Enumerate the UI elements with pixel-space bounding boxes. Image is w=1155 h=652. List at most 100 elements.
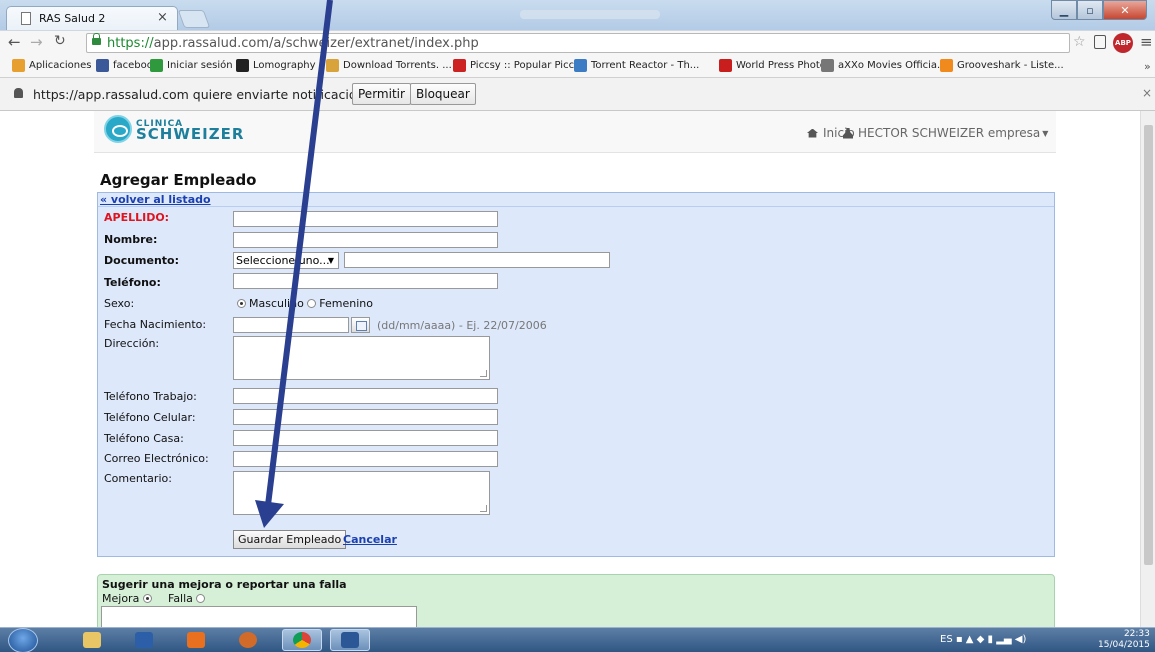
user-menu[interactable]: HECTOR SCHWEIZER empresa ▼ <box>843 126 1048 140</box>
page-content: CLINICA SCHWEIZER Inicio HECTOR SCHWEIZE… <box>0 111 1155 627</box>
tel-trabajo-label: Teléfono Trabajo: <box>104 390 197 403</box>
browser-toolbar: ← → ↻ https://app.rassalud.com/a/schweiz… <box>0 30 1155 54</box>
femenino-radio[interactable] <box>307 299 317 308</box>
bookmark-star-icon[interactable]: ☆ <box>1073 34 1086 50</box>
logo-icon <box>104 115 132 143</box>
fecha-input[interactable] <box>233 317 349 333</box>
sexo-label: Sexo: <box>104 297 135 310</box>
explorer-taskbar-button[interactable] <box>72 629 112 651</box>
page-title: Agregar Empleado <box>100 171 257 189</box>
direccion-label: Dirección: <box>104 337 160 350</box>
blurred-window-title <box>520 10 660 19</box>
tel-casa-input[interactable] <box>233 430 498 446</box>
bookmark-favicon-icon <box>12 59 25 72</box>
bookmark-item[interactable]: Aplicaciones <box>12 59 91 72</box>
fecha-label: Fecha Nacimiento: <box>104 318 207 331</box>
tel-casa-label: Teléfono Casa: <box>104 432 184 445</box>
apellido-input[interactable] <box>233 211 498 227</box>
masculino-radio[interactable] <box>237 299 246 308</box>
allow-button[interactable]: Permitir <box>352 83 411 105</box>
minimize-button[interactable]: ▁ <box>1051 0 1077 20</box>
clinic-logo[interactable]: CLINICA SCHWEIZER <box>104 115 244 143</box>
extension-icon[interactable] <box>1094 35 1106 49</box>
app-taskbar-button[interactable] <box>124 629 164 651</box>
hand-taskbar-button[interactable] <box>228 629 268 651</box>
bookmark-favicon-icon <box>574 59 587 72</box>
calendar-icon[interactable] <box>351 317 370 333</box>
close-tab-icon[interactable]: × <box>157 10 168 25</box>
comentario-label: Comentario: <box>104 472 172 485</box>
mejora-option: Mejora <box>102 592 155 605</box>
start-button[interactable] <box>8 628 38 652</box>
address-bar[interactable]: https://app.rassalud.com/a/schweizer/ext… <box>86 33 1070 53</box>
direccion-textarea[interactable] <box>233 336 490 380</box>
notification-bar: https://app.rassalud.com quiere enviarte… <box>0 78 1155 111</box>
bookmark-item[interactable]: World Press Photo <box>719 59 826 72</box>
lock-icon <box>92 33 101 45</box>
suggestion-textarea[interactable] <box>101 606 417 627</box>
caret-down-icon: ▼ <box>1042 128 1049 138</box>
windows-taskbar: ES ▪ ▲ ◆ ▮ ▂▄ ◀) 22:33 15/04/2015 <box>0 627 1155 652</box>
correo-input[interactable] <box>233 451 498 467</box>
new-tab-button[interactable] <box>177 10 211 28</box>
cancel-link[interactable]: Cancelar <box>343 533 397 546</box>
site-header: CLINICA SCHWEIZER Inicio HECTOR SCHWEIZE… <box>94 111 1056 153</box>
adblock-icon[interactable]: ABP <box>1113 33 1133 53</box>
bookmark-item[interactable]: Grooveshark - Liste... <box>940 59 1064 72</box>
select-arrow-icon: ▼ <box>327 256 334 265</box>
bookmark-item[interactable]: Piccsy :: Popular Piccs <box>453 59 579 72</box>
clock[interactable]: 22:33 15/04/2015 <box>1098 629 1150 651</box>
chrome-menu-icon[interactable]: ≡ <box>1140 33 1153 51</box>
block-button[interactable]: Bloquear <box>410 83 476 105</box>
bookmark-favicon-icon <box>821 59 834 72</box>
page-icon <box>21 12 31 25</box>
bookmark-favicon-icon <box>453 59 466 72</box>
nombre-label: Nombre: <box>104 233 158 246</box>
more-bookmarks-icon[interactable]: » <box>1144 60 1151 73</box>
maximize-button[interactable]: ▫ <box>1077 0 1103 20</box>
close-window-button[interactable]: ✕ <box>1103 0 1147 20</box>
bookmark-item[interactable]: Torrent Reactor - Th... <box>574 59 699 72</box>
falla-radio[interactable] <box>196 594 206 603</box>
browser-titlebar: RAS Salud 2 × ▁ ▫ ✕ <box>0 0 1155 30</box>
browser-tab[interactable]: RAS Salud 2 × <box>6 6 178 30</box>
media-icon <box>187 632 205 648</box>
bookmark-favicon-icon <box>719 59 732 72</box>
document-type-select[interactable]: Seleccione uno... ▼ <box>233 252 339 269</box>
bell-icon <box>14 88 23 98</box>
forward-arrow-icon[interactable]: → <box>30 33 43 51</box>
app-icon <box>135 632 153 648</box>
media-taskbar-button[interactable] <box>176 629 216 651</box>
scrollbar-thumb[interactable] <box>1144 125 1153 565</box>
hand-icon <box>239 632 257 648</box>
bookmark-item[interactable]: aXXo Movies Officia... <box>821 59 947 72</box>
tab-title: RAS Salud 2 <box>39 12 106 25</box>
system-tray: ES ▪ ▲ ◆ ▮ ▂▄ ◀) <box>940 634 1027 645</box>
comentario-textarea[interactable] <box>233 471 490 515</box>
notification-message: https://app.rassalud.com quiere enviarte… <box>33 87 383 102</box>
chrome-taskbar-button[interactable] <box>282 629 322 651</box>
reload-icon[interactable]: ↻ <box>54 33 66 49</box>
tel-celular-label: Teléfono Celular: <box>104 411 196 424</box>
window-controls: ▁ ▫ ✕ <box>1051 0 1147 20</box>
telefono-input[interactable] <box>233 273 498 289</box>
nombre-input[interactable] <box>233 232 498 248</box>
bookmarks-bar: Aplicaciones facebook Iniciar sesión Lomogr… <box>0 54 1155 78</box>
bookmark-item[interactable]: Lomography <box>236 59 316 72</box>
bookmark-item[interactable]: Download Torrents. ... <box>326 59 452 72</box>
bookmark-favicon-icon <box>236 59 249 72</box>
correo-label: Correo Electrónico: <box>104 452 209 465</box>
close-notification-icon[interactable]: × <box>1142 86 1152 100</box>
document-number-input[interactable] <box>344 252 610 268</box>
back-arrow-icon[interactable]: ← <box>8 33 21 51</box>
save-employee-button[interactable]: Guardar Empleado <box>233 530 347 549</box>
tel-celular-input[interactable] <box>233 409 498 425</box>
bookmark-favicon-icon <box>940 59 953 72</box>
page-scrollbar[interactable] <box>1140 111 1155 627</box>
word-taskbar-button[interactable] <box>330 629 370 651</box>
tel-trabajo-input[interactable] <box>233 388 498 404</box>
documento-label: Documento: <box>104 254 180 267</box>
mejora-radio[interactable] <box>142 594 152 603</box>
back-to-list-link[interactable]: « volver al listado <box>100 193 211 206</box>
bookmark-item[interactable]: Iniciar sesión <box>150 59 233 72</box>
